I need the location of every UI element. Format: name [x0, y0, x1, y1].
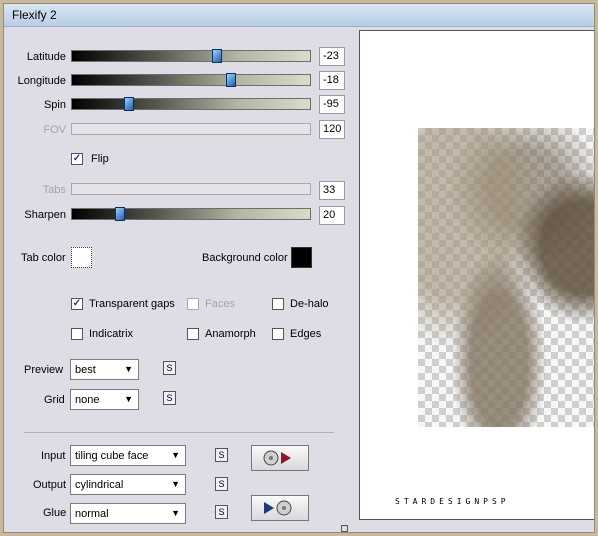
latitude-label: Latitude	[26, 51, 66, 63]
de-halo-checkbox[interactable]	[272, 298, 284, 310]
faces-label: Faces	[205, 298, 235, 310]
latitude-slider-handle[interactable]	[212, 49, 223, 63]
output-label: Output	[33, 479, 67, 491]
longitude-label: Longitude	[17, 75, 66, 87]
spin-label: Spin	[43, 99, 66, 111]
preview-select[interactable]: best ▼	[70, 359, 139, 380]
indicatrix-label: Indicatrix	[89, 328, 134, 340]
indicatrix-checkbox[interactable]	[71, 328, 83, 340]
latitude-value[interactable]: -23	[319, 47, 345, 66]
glue-s-button[interactable]: S	[215, 505, 228, 519]
preview-s-button[interactable]: S	[163, 361, 176, 375]
window-title: Flexify 2	[12, 8, 57, 22]
output-select[interactable]: cylindrical ▼	[70, 474, 186, 495]
tabs-label: Tabs	[42, 184, 66, 196]
de-halo-label: De-halo	[290, 298, 329, 310]
input-label: Input	[41, 450, 66, 462]
edges-label: Edges	[290, 328, 322, 340]
faces-checkbox	[187, 298, 199, 310]
grid-s-button[interactable]: S	[163, 391, 176, 405]
sharpen-label: Sharpen	[24, 209, 66, 221]
longitude-value[interactable]: -18	[319, 71, 345, 90]
glue-label: Glue	[43, 507, 67, 519]
title-bar[interactable]: Flexify 2	[4, 4, 594, 27]
watermark-text: STARDESIGNPSP	[395, 497, 510, 506]
tabs-value: 33	[319, 181, 345, 200]
transparent-gaps-label: Transparent gaps	[89, 298, 175, 310]
anamorph-checkbox[interactable]	[187, 328, 199, 340]
edges-checkbox[interactable]	[272, 328, 284, 340]
chevron-down-icon: ▼	[124, 364, 133, 374]
sharpen-value[interactable]: 20	[319, 206, 345, 225]
grid-label: Grid	[44, 394, 65, 406]
disc-arrow-icon	[263, 450, 291, 466]
preview-image	[418, 128, 594, 427]
flip-checkbox[interactable]: ✓	[71, 153, 83, 165]
save-output-button[interactable]	[251, 495, 309, 521]
fov-label: FOV	[43, 124, 66, 136]
fov-slider	[71, 123, 311, 135]
anamorph-label: Anamorph	[205, 328, 256, 340]
load-input-button[interactable]	[251, 445, 309, 471]
glue-select-value: normal	[75, 508, 109, 520]
input-s-button[interactable]: S	[215, 448, 228, 462]
background-color-label: Background color	[202, 252, 288, 264]
sharpen-slider[interactable]	[71, 207, 311, 221]
resize-handle[interactable]	[341, 525, 348, 532]
tab-color-label: Tab color	[21, 252, 66, 264]
input-select-value: tiling cube face	[75, 450, 149, 462]
divider	[24, 432, 334, 433]
arrow-disc-icon	[264, 500, 292, 516]
fov-value: 120	[319, 120, 345, 139]
flexify-window: Flexify 2 Latitude -23 Longitude -18 Spi…	[3, 3, 595, 533]
spin-slider-handle[interactable]	[124, 97, 135, 111]
spin-slider[interactable]	[71, 97, 311, 111]
output-select-value: cylindrical	[75, 479, 124, 491]
output-s-button[interactable]: S	[215, 477, 228, 491]
longitude-slider[interactable]	[71, 73, 311, 87]
preview-label: Preview	[24, 364, 64, 376]
grid-select-value: none	[75, 394, 100, 406]
preview-panel: STARDESIGNPSP	[359, 30, 594, 520]
input-select[interactable]: tiling cube face ▼	[70, 445, 186, 466]
sharpen-slider-handle[interactable]	[114, 207, 125, 221]
transparent-gaps-checkbox[interactable]: ✓	[71, 298, 83, 310]
latitude-slider[interactable]	[71, 49, 311, 63]
preview-select-value: best	[75, 364, 96, 376]
tab-color-swatch[interactable]	[71, 247, 92, 268]
glue-select[interactable]: normal ▼	[70, 503, 186, 524]
chevron-down-icon: ▼	[171, 508, 180, 518]
spin-value[interactable]: -95	[319, 95, 345, 114]
chevron-down-icon: ▼	[171, 479, 180, 489]
longitude-slider-handle[interactable]	[226, 73, 237, 87]
chevron-down-icon: ▼	[124, 394, 133, 404]
tabs-slider	[71, 183, 311, 195]
flip-label: Flip	[91, 153, 109, 165]
background-color-swatch[interactable]	[291, 247, 312, 268]
grid-select[interactable]: none ▼	[70, 389, 139, 410]
chevron-down-icon: ▼	[171, 450, 180, 460]
